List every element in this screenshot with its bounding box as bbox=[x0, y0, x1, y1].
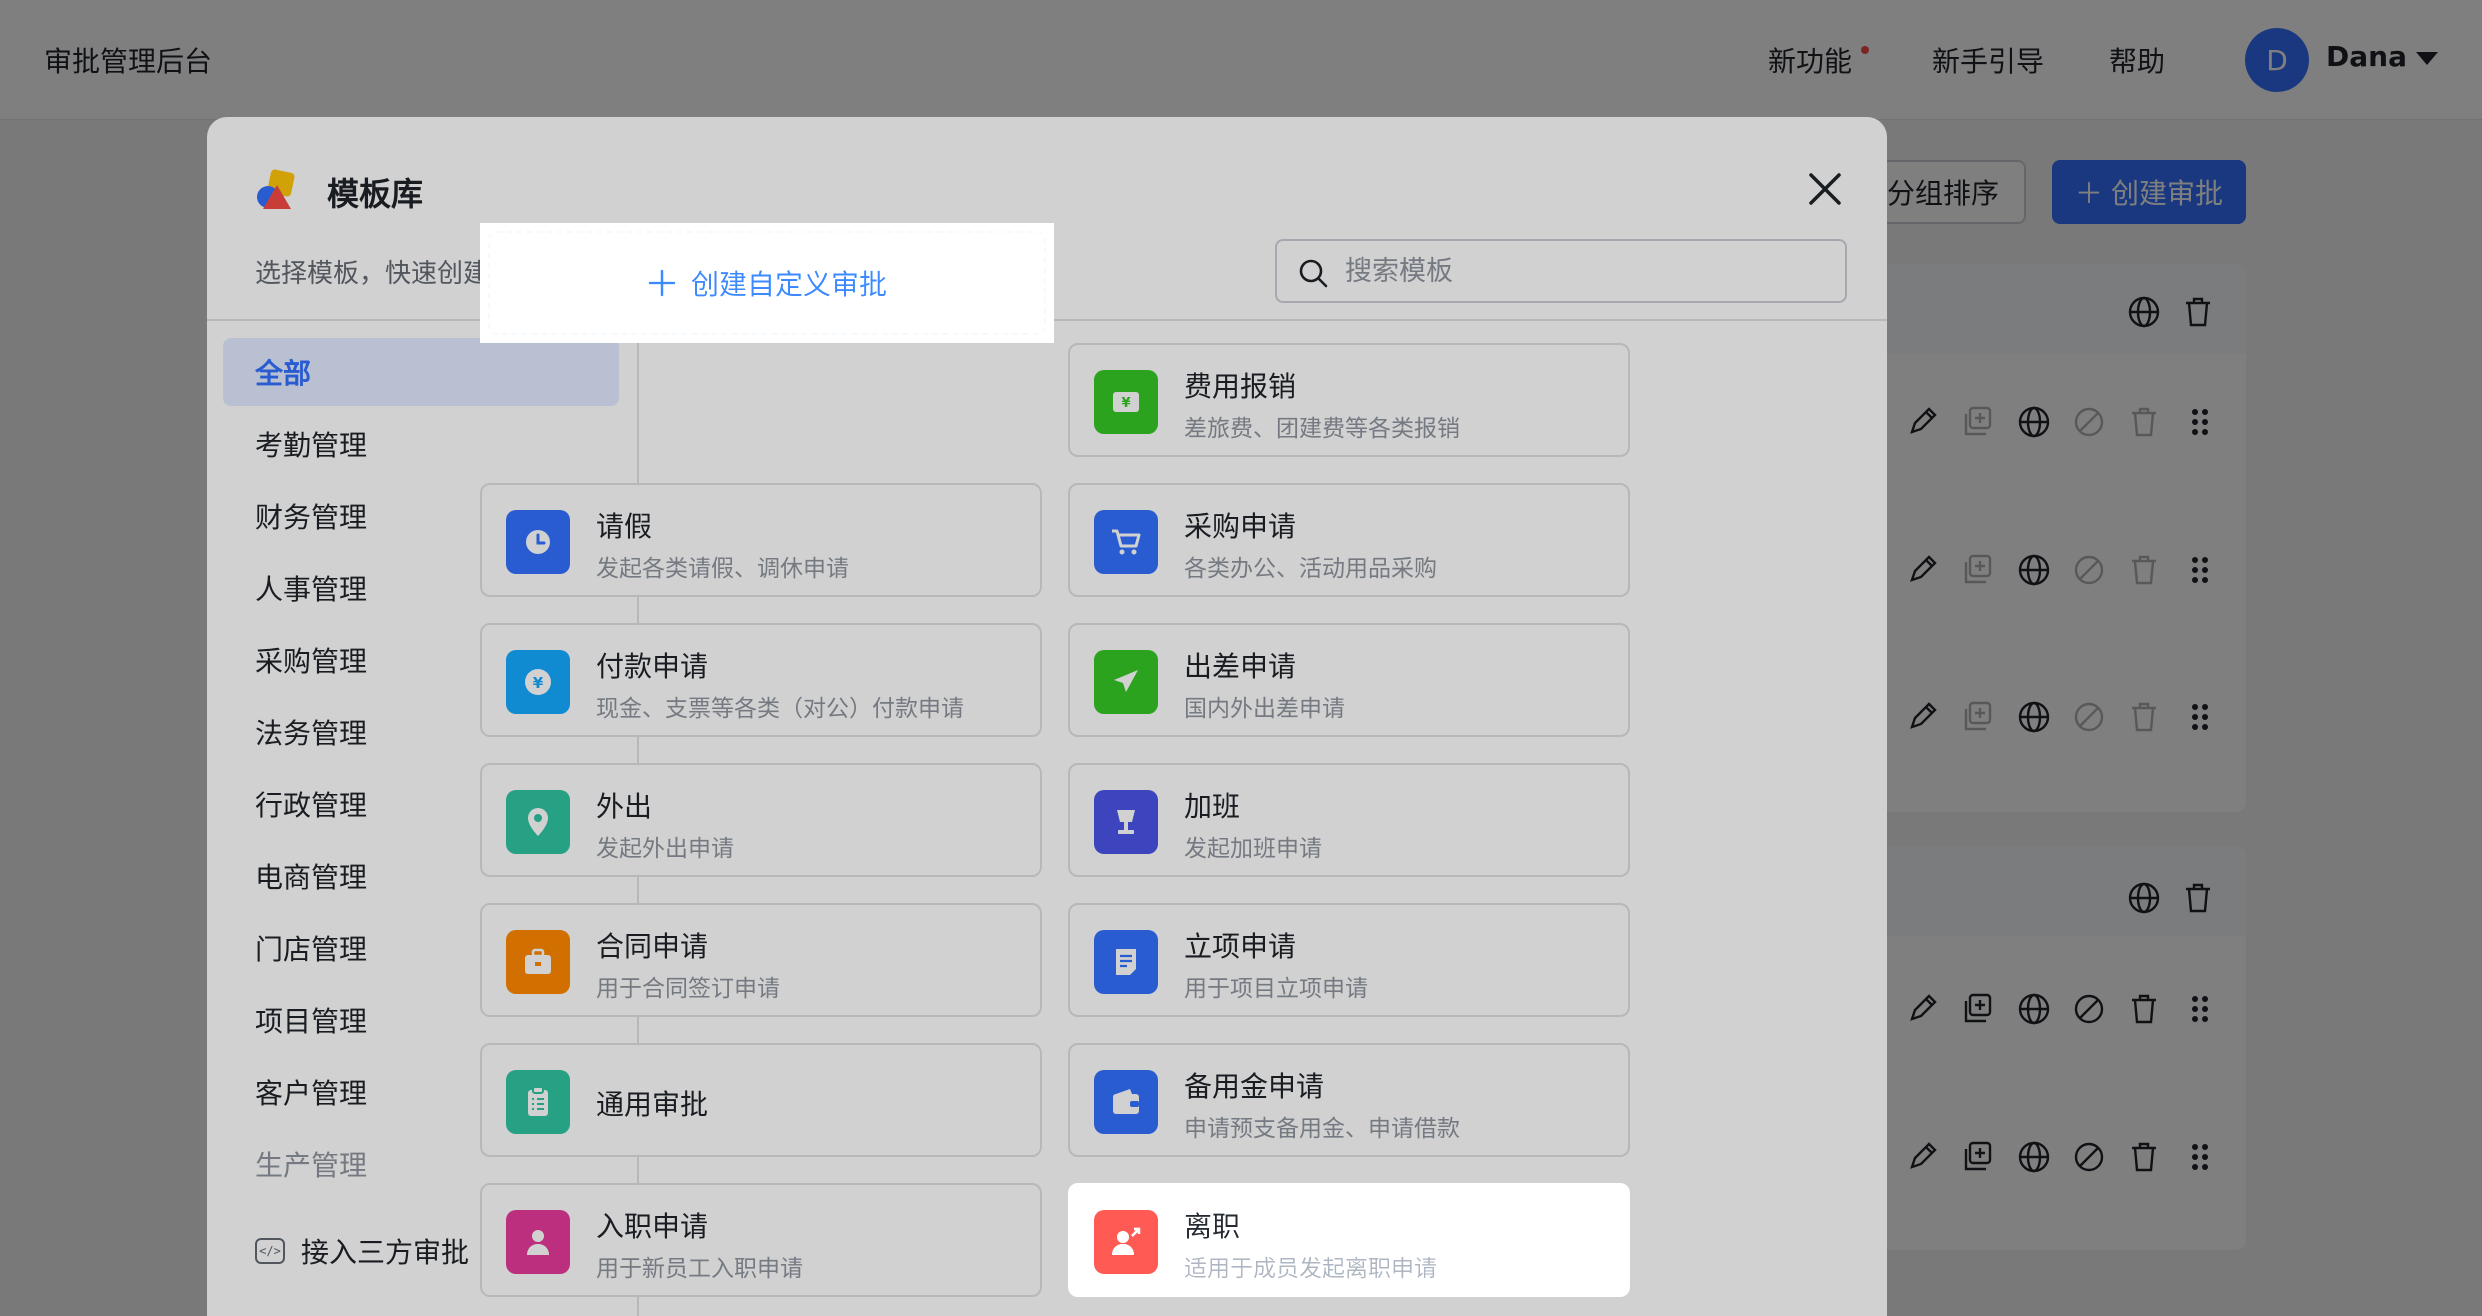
template-name: 通用审批 bbox=[596, 1088, 709, 1121]
template-card[interactable]: 外出 发起外出申请 bbox=[480, 763, 1042, 877]
template-card[interactable]: 出差申请国内外出差申请 bbox=[1068, 623, 1630, 737]
airplane-icon bbox=[1094, 650, 1158, 714]
template-name: 备用金申请 bbox=[1184, 1070, 1325, 1103]
third-party-label: 接入三方审批 bbox=[301, 1236, 470, 1269]
category-item[interactable]: 考勤管理 bbox=[223, 410, 619, 478]
clipboard-icon bbox=[506, 1070, 570, 1134]
wallet-icon bbox=[1094, 1070, 1158, 1134]
person-leave-icon bbox=[1094, 1210, 1158, 1274]
code-icon: </> bbox=[255, 1238, 285, 1264]
briefcase-icon bbox=[506, 930, 570, 994]
template-card[interactable]: 合同申请用于合同签订申请 bbox=[480, 903, 1042, 1017]
svg-text:¥: ¥ bbox=[1121, 396, 1130, 411]
clock-icon bbox=[506, 510, 570, 574]
modal-title: 模板库 bbox=[327, 175, 424, 213]
template-card[interactable]: ¥ 费用报销差旅费、团建费等各类报销 bbox=[1068, 343, 1630, 457]
template-description: 差旅费、团建费等各类报销 bbox=[1184, 416, 1460, 442]
template-name: 付款申请 bbox=[596, 650, 709, 683]
lamp-icon bbox=[1094, 790, 1158, 854]
close-icon[interactable] bbox=[1803, 167, 1847, 211]
template-name: 立项申请 bbox=[1184, 930, 1297, 963]
person-icon bbox=[506, 1210, 570, 1274]
template-library-logo-icon bbox=[257, 169, 295, 209]
template-name: 入职申请 bbox=[596, 1210, 709, 1243]
third-party-approval-link[interactable]: </> 接入三方审批 bbox=[255, 1231, 469, 1271]
template-description: 用于新员工入职申请 bbox=[596, 1256, 803, 1282]
yen-coin-icon: ¥ bbox=[506, 650, 570, 714]
create-custom-label: 创建自定义审批 bbox=[690, 268, 887, 301]
template-card[interactable]: ¥ 付款申请现金、支票等各类（对公）付款申请 bbox=[480, 623, 1042, 737]
svg-text:¥: ¥ bbox=[533, 674, 544, 692]
template-name: 外出 bbox=[596, 790, 653, 823]
template-card[interactable]: 立项申请用于项目立项申请 bbox=[1068, 903, 1630, 1017]
template-description: 发起各类请假、调休申请 bbox=[596, 556, 849, 582]
template-name: 合同申请 bbox=[596, 930, 709, 963]
plus-icon bbox=[648, 269, 676, 297]
template-name: 离职 bbox=[1184, 1210, 1241, 1243]
yen-bill-icon: ¥ bbox=[1094, 370, 1158, 434]
template-description: 用于合同签订申请 bbox=[596, 976, 780, 1002]
template-card[interactable]: 离职适用于成员发起离职申请 bbox=[1068, 1183, 1630, 1297]
template-description: 申请预支备用金、申请借款 bbox=[1184, 1116, 1460, 1142]
location-icon bbox=[506, 790, 570, 854]
template-description: 发起加班申请 bbox=[1184, 836, 1322, 862]
cart-icon bbox=[1094, 510, 1158, 574]
template-card[interactable]: 备用金申请申请预支备用金、申请借款 bbox=[1068, 1043, 1630, 1157]
template-description: 各类办公、活动用品采购 bbox=[1184, 556, 1437, 582]
template-card[interactable]: 加班 发起加班申请 bbox=[1068, 763, 1630, 877]
template-description: 发起外出申请 bbox=[596, 836, 734, 862]
template-description: 现金、支票等各类（对公）付款申请 bbox=[596, 696, 964, 722]
template-search[interactable] bbox=[1275, 239, 1847, 303]
search-input[interactable] bbox=[1345, 241, 1825, 301]
template-card[interactable]: 请假发起各类请假、调休申请 bbox=[480, 483, 1042, 597]
create-custom-approval-button[interactable]: 创建自定义审批 bbox=[488, 231, 1046, 335]
template-description: 适用于成员发起离职申请 bbox=[1184, 1256, 1437, 1282]
create-custom-approval-card[interactable]: 创建自定义审批 bbox=[480, 223, 1054, 343]
template-card[interactable]: 通用审批 bbox=[480, 1043, 1042, 1157]
document-icon bbox=[1094, 930, 1158, 994]
category-item[interactable]: 全部 bbox=[223, 338, 619, 406]
template-name: 请假 bbox=[596, 510, 653, 543]
template-card[interactable]: 入职申请用于新员工入职申请 bbox=[480, 1183, 1042, 1297]
search-icon bbox=[1299, 259, 1328, 288]
template-description: 用于项目立项申请 bbox=[1184, 976, 1368, 1002]
template-name: 费用报销 bbox=[1184, 370, 1297, 403]
template-card[interactable]: 采购申请各类办公、活动用品采购 bbox=[1068, 483, 1630, 597]
template-name: 采购申请 bbox=[1184, 510, 1297, 543]
template-name: 加班 bbox=[1184, 790, 1241, 823]
template-description: 国内外出差申请 bbox=[1184, 696, 1345, 722]
template-name: 出差申请 bbox=[1184, 650, 1297, 683]
